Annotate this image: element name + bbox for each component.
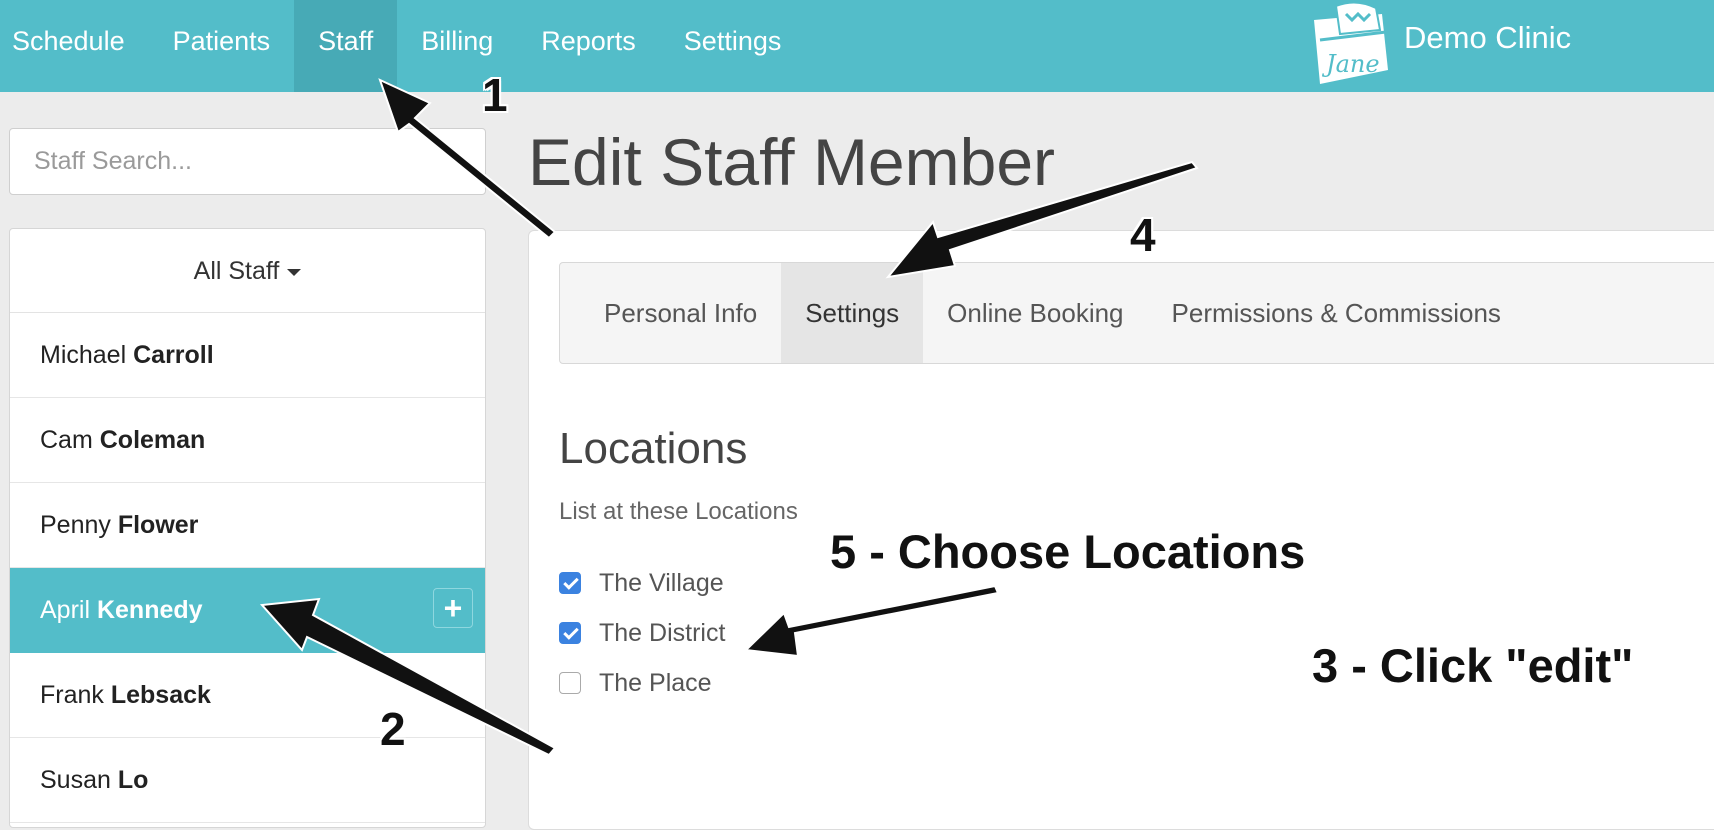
staff-first-name: Cam	[40, 426, 93, 454]
location-option[interactable]: The Place	[559, 668, 712, 698]
checkbox-unchecked-icon[interactable]	[559, 672, 581, 694]
svg-text:Jane: Jane	[1321, 50, 1380, 78]
jane-logo: Jane	[1314, 1, 1388, 84]
location-label: The District	[599, 618, 726, 647]
staff-first-name: Penny	[40, 511, 111, 539]
staff-row[interactable]: Penny Flower	[10, 483, 485, 568]
clinic-name[interactable]: Demo Clinic	[1404, 20, 1571, 56]
staff-filter-dropdown[interactable]: All Staff	[10, 229, 485, 313]
caret-down-icon	[287, 268, 302, 276]
staff-row[interactable]: Michael Carroll	[10, 313, 485, 398]
annotation-3: 3 - Click "edit"	[1312, 639, 1634, 692]
staff-last-name: Lebsack	[110, 681, 211, 709]
staff-last-name: Kennedy	[96, 596, 203, 624]
tab-personal-info[interactable]: Personal Info	[580, 263, 781, 363]
staff-filter-label: All Staff	[193, 257, 280, 285]
staff-last-name: Carroll	[133, 341, 214, 369]
tab-settings[interactable]: Settings	[781, 263, 924, 363]
tab-permissions-commissions[interactable]: Permissions & Commissions	[1148, 263, 1525, 363]
location-option[interactable]: The District	[559, 618, 725, 648]
page-title: Edit Staff Member	[528, 125, 1056, 199]
location-option[interactable]: The Village	[559, 568, 724, 598]
staff-last-name: Coleman	[99, 426, 206, 454]
staff-search-input[interactable]	[9, 128, 486, 195]
staff-row[interactable]: Susan Lo	[10, 738, 485, 823]
nav-settings[interactable]: Settings	[660, 0, 806, 92]
staff-first-name: April	[40, 596, 91, 624]
staff-list-panel: All Staff Michael Carroll Cam Coleman Pe…	[9, 228, 486, 828]
main-nav: Schedule Patients Staff Billing Reports …	[0, 0, 805, 92]
staff-last-name: Flower	[117, 511, 199, 539]
staff-tabs: Personal Info Settings Online Booking Pe…	[559, 262, 1714, 364]
annotation-4: 4	[1130, 209, 1156, 261]
annotation-2: 2	[380, 703, 406, 755]
staff-row-selected[interactable]: April Kennedy +	[10, 568, 485, 653]
add-icon[interactable]: +	[433, 588, 473, 628]
checkbox-checked-icon[interactable]	[559, 572, 581, 594]
staff-first-name: Susan	[40, 766, 111, 794]
locations-heading: Locations	[559, 424, 748, 473]
annotation-1: 1	[482, 69, 508, 121]
nav-schedule[interactable]: Schedule	[0, 0, 149, 92]
tab-online-booking[interactable]: Online Booking	[923, 263, 1147, 363]
location-label: The Place	[599, 668, 712, 697]
staff-row[interactable]: Cam Coleman	[10, 398, 485, 483]
locations-subheading: List at these Locations	[559, 498, 798, 525]
staff-first-name: Michael	[40, 341, 127, 369]
location-label: The Village	[599, 568, 724, 597]
nav-patients[interactable]: Patients	[149, 0, 295, 92]
top-nav-bar: Schedule Patients Staff Billing Reports …	[0, 0, 1714, 92]
staff-first-name: Frank	[40, 681, 104, 709]
staff-last-name: Lo	[117, 766, 149, 794]
nav-reports[interactable]: Reports	[517, 0, 660, 92]
nav-staff[interactable]: Staff	[294, 0, 398, 92]
staff-row[interactable]: Frank Lebsack	[10, 653, 485, 738]
annotation-5: 5 - Choose Locations	[830, 525, 1306, 578]
checkbox-checked-icon[interactable]	[559, 622, 581, 644]
